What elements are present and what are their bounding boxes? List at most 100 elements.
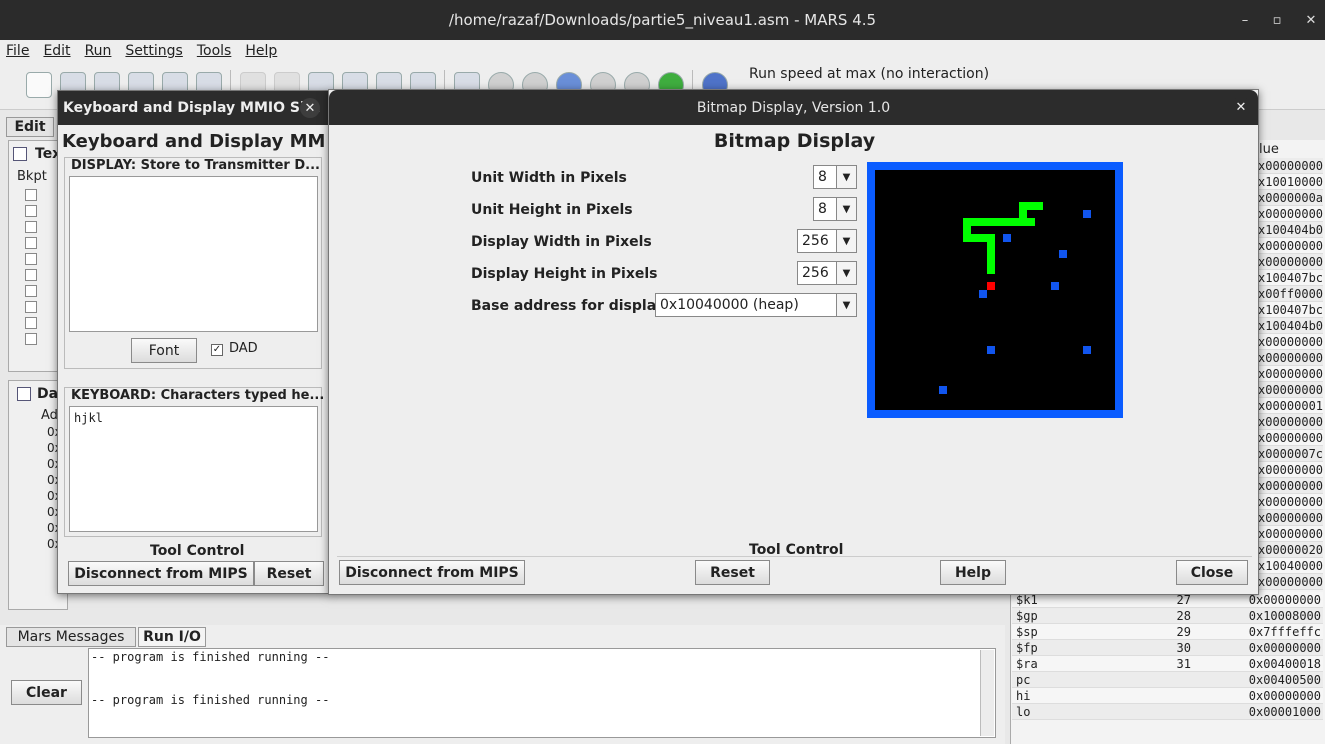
reset-button[interactable]: Reset — [695, 560, 770, 585]
menu-tools[interactable]: Tools — [197, 43, 232, 59]
menu-help[interactable]: Help — [245, 43, 277, 59]
register-value: 0x00000000 — [1248, 689, 1321, 703]
register-row: lo 0x00001000 — [1012, 704, 1323, 720]
disconnect-button[interactable]: Disconnect from MIPS — [339, 560, 525, 585]
breakpoint-checkbox[interactable] — [25, 221, 37, 233]
help-button[interactable]: Help — [940, 560, 1006, 585]
display-output-area[interactable] — [69, 176, 318, 332]
breakpoint-checkbox[interactable] — [25, 333, 37, 345]
breakpoint-checkbox[interactable] — [25, 205, 37, 217]
base-address-label: Base address for display — [471, 298, 665, 314]
register-value: x0000000a — [1258, 191, 1324, 205]
register-value: x00000001 — [1258, 399, 1324, 413]
register-row: $sp 29 0x7fffeffc — [1012, 624, 1323, 640]
disconnect-button[interactable]: Disconnect from MIPS — [68, 561, 254, 586]
breakpoint-checkbox[interactable] — [25, 253, 37, 265]
register-value: 0x00000000 — [1248, 593, 1321, 607]
display-width-value: 256 — [802, 233, 829, 249]
close-icon[interactable]: ✕ — [1296, 0, 1325, 40]
display-group: DISPLAY: Store to Transmitter D... Font … — [64, 157, 322, 369]
mmio-heading: Keyboard and Display MM — [62, 131, 326, 152]
output-scrollbar[interactable] — [980, 650, 994, 736]
register-value: 0x7fffeffc — [1248, 625, 1321, 639]
register-name: $gp — [1016, 609, 1038, 623]
breakpoint-checkbox[interactable] — [25, 301, 37, 313]
register-row: $ra 31 0x00400018 — [1012, 656, 1323, 672]
register-number: 28 — [1176, 609, 1191, 623]
register-value: x00000020 — [1258, 543, 1324, 557]
register-name: $fp — [1016, 641, 1038, 655]
register-value: x00000000 — [1258, 463, 1324, 477]
keyboard-group-label: KEYBOARD: Characters typed he... — [71, 388, 325, 403]
register-value: x00000000 — [1258, 255, 1324, 269]
menu-edit[interactable]: Edit — [43, 43, 70, 59]
register-name: $ra — [1016, 657, 1038, 671]
menu-settings[interactable]: Settings — [125, 43, 182, 59]
run-speed-label: Run speed at max (no interaction) — [749, 66, 990, 82]
snake-segment — [1019, 202, 1043, 210]
minimize-icon[interactable]: – — [1230, 0, 1260, 40]
register-value: x00000000 — [1258, 495, 1324, 509]
mmio-close-icon[interactable]: ✕ — [300, 98, 320, 118]
tab-mars-messages[interactable]: Mars Messages — [6, 627, 136, 647]
obstacle-pixel — [1059, 250, 1067, 258]
chevron-down-icon: ▼ — [836, 230, 856, 252]
register-value: 0x00000000 — [1248, 641, 1321, 655]
breakpoint-checkbox[interactable] — [25, 317, 37, 329]
register-value: 0x00400500 — [1248, 673, 1321, 687]
register-value: x00000000 — [1258, 527, 1324, 541]
breakpoint-checkbox[interactable] — [25, 237, 37, 249]
register-name: pc — [1016, 673, 1031, 687]
register-value: 0x00400018 — [1248, 657, 1321, 671]
display-width-select[interactable]: 256 ▼ — [797, 229, 857, 253]
chevron-down-icon: ▼ — [836, 198, 856, 220]
breakpoint-checkbox[interactable] — [25, 285, 37, 297]
dad-label: DAD — [229, 341, 258, 356]
register-value: x100407bc — [1258, 303, 1324, 317]
bitmap-close-icon[interactable]: ✕ — [1231, 97, 1251, 117]
dad-checkbox[interactable]: ✓ — [211, 344, 223, 356]
tab-edit[interactable]: Edit — [6, 117, 54, 137]
register-value: 0x00001000 — [1248, 705, 1321, 719]
breakpoint-checkbox[interactable] — [25, 189, 37, 201]
register-value: x00000000 — [1258, 351, 1324, 365]
mmio-title: Keyboard and Display MMIO Si... — [63, 100, 321, 116]
register-value: x100404b0 — [1258, 223, 1324, 237]
register-number: 31 — [1176, 657, 1191, 671]
window-title: /home/razaf/Downloads/partie5_niveau1.as… — [448, 11, 877, 29]
register-number: 27 — [1176, 593, 1191, 607]
register-value: x00000000 — [1258, 575, 1324, 589]
base-address-select[interactable]: 0x10040000 (heap) ▼ — [655, 293, 857, 317]
menu-run[interactable]: Run — [85, 43, 112, 59]
unit-height-label: Unit Height in Pixels — [471, 202, 633, 218]
menu-file[interactable]: File — [6, 43, 29, 59]
unit-height-select[interactable]: 8 ▼ — [813, 197, 857, 221]
display-height-select[interactable]: 256 ▼ — [797, 261, 857, 285]
clear-button[interactable]: Clear — [11, 680, 82, 705]
register-value: x00000000 — [1258, 207, 1324, 221]
bitmap-canvas-frame — [867, 162, 1123, 418]
display-width-label: Display Width in Pixels — [471, 234, 652, 250]
maximize-icon[interactable]: ▫ — [1262, 0, 1292, 40]
window-icon — [17, 387, 31, 401]
register-value: x00000000 — [1258, 511, 1324, 525]
font-button[interactable]: Font — [131, 338, 197, 363]
register-value: x00000000 — [1258, 383, 1324, 397]
unit-width-value: 8 — [818, 169, 827, 185]
register-row: $fp 30 0x00000000 — [1012, 640, 1323, 656]
close-button[interactable]: Close — [1176, 560, 1248, 585]
breakpoint-checkbox[interactable] — [25, 269, 37, 281]
unit-width-select[interactable]: 8 ▼ — [813, 165, 857, 189]
tab-run-io[interactable]: Run I/O — [138, 627, 206, 647]
bitmap-heading: Bitmap Display — [713, 130, 876, 152]
address-header: Ad — [41, 408, 58, 423]
register-value: x10040000 — [1258, 559, 1324, 573]
bitmap-title-bar: Bitmap Display, Version 1.0 — [329, 90, 1258, 125]
bitmap-title: Bitmap Display, Version 1.0 — [696, 99, 891, 116]
food-pixel — [987, 282, 995, 290]
output-line: -- program is finished running -- — [91, 693, 330, 707]
new-file-icon[interactable] — [26, 72, 52, 98]
keyboard-input-area[interactable]: hjkl — [69, 406, 318, 532]
reset-button[interactable]: Reset — [254, 561, 324, 586]
unit-width-label: Unit Width in Pixels — [471, 170, 627, 186]
